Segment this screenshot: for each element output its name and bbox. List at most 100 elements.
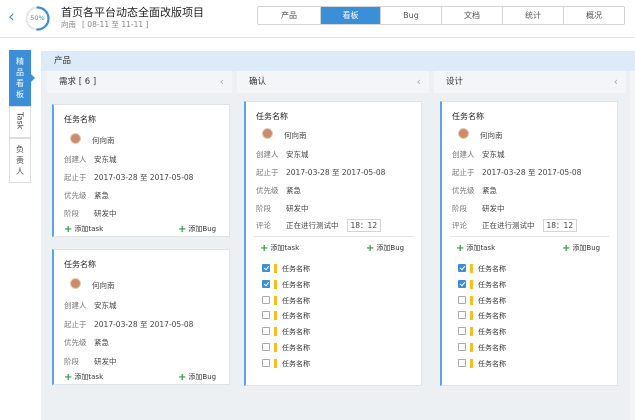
- tab-bug[interactable]: Bug: [380, 7, 441, 24]
- add-bug-button[interactable]: + 添加Bug: [178, 372, 216, 383]
- card-assignee: 何向南: [92, 136, 115, 145]
- subtask-item[interactable]: 任务名称: [262, 279, 310, 291]
- comment-time: 18：12: [542, 219, 578, 232]
- sidenav-task[interactable]: Task: [9, 106, 31, 139]
- plus-icon: +: [178, 372, 187, 383]
- checkbox-unchecked[interactable]: [262, 343, 270, 351]
- checkbox-unchecked[interactable]: [262, 327, 270, 336]
- subtask-name: 任务名称: [282, 312, 310, 321]
- next-column-edge: [630, 71, 635, 420]
- back-arrow-icon[interactable]: ‹: [8, 8, 15, 26]
- priority-marker: [470, 295, 473, 305]
- subtask-item[interactable]: 任务名称: [458, 279, 506, 291]
- card-stage: 研发中: [94, 209, 117, 218]
- checkbox-unchecked[interactable]: [458, 358, 466, 367]
- subtask-item[interactable]: 任务名称: [262, 358, 310, 370]
- add-task-button[interactable]: + 添加task: [456, 243, 495, 254]
- task-card[interactable]: 任务名称 何向南 创建人 安东城 起止于 2017-03-28 至 2017-05-…: [52, 104, 230, 237]
- stage-label: 阶段: [256, 204, 271, 213]
- checkbox-unchecked[interactable]: [262, 295, 270, 304]
- add-bug-button[interactable]: + 添加Bug: [562, 243, 600, 254]
- tab-stats[interactable]: 统计: [502, 7, 563, 24]
- priority-marker: [470, 327, 473, 337]
- card-period: 2017-03-28 至 2017-05-08: [482, 168, 582, 177]
- tab-overview[interactable]: 概况: [563, 7, 624, 24]
- collapse-chevron-icon[interactable]: ‹: [614, 71, 618, 93]
- subtask-name: 任务名称: [282, 328, 310, 337]
- period-label: 起止于: [64, 173, 87, 182]
- sidenav-owner[interactable]: 负责人: [9, 138, 31, 184]
- task-card[interactable]: 任务名称 何向南 创建人 安东城 起止于 2017-03-28 至 2017-05-…: [52, 249, 230, 385]
- subtask-name: 任务名称: [478, 312, 506, 321]
- subtask-item[interactable]: 任务名称: [262, 327, 310, 338]
- creator-label: 创建人: [452, 150, 475, 159]
- project-title: 首页各平台动态全面改版项目: [61, 6, 204, 19]
- stage-label: 阶段: [452, 204, 467, 213]
- add-bug-button[interactable]: + 添加Bug: [178, 224, 216, 235]
- task-card[interactable]: 任务名称 何向南 创建人 安东城 起止于 2017-03-28 至 2017-05-…: [440, 101, 618, 386]
- card-stage: 研发中: [94, 357, 117, 366]
- card-stage: 研发中: [286, 204, 309, 213]
- checkbox-unchecked[interactable]: [458, 295, 466, 304]
- collapse-chevron-icon[interactable]: ‹: [220, 71, 224, 93]
- tab-board[interactable]: 看板: [320, 7, 380, 24]
- checkbox-checked[interactable]: [458, 279, 466, 288]
- checkbox-checked[interactable]: [262, 279, 270, 288]
- project-header: ‹ 50% 首页各平台动态全面改版项目 向南[ 08-11 至 11-11 ] …: [0, 0, 635, 38]
- column-header: 设计 ‹: [434, 71, 626, 93]
- column-title: 需求 [ 6 ]: [59, 77, 97, 87]
- board-title: 产品: [41, 51, 635, 71]
- card-priority: 紧急: [94, 191, 109, 200]
- subtask-item[interactable]: 任务名称: [458, 358, 506, 370]
- card-priority: 紧急: [94, 338, 109, 347]
- column-header: 确认 ‹: [237, 71, 429, 93]
- checkbox-unchecked[interactable]: [262, 311, 270, 320]
- add-bug-button[interactable]: + 添加Bug: [366, 243, 404, 254]
- comment-time: 18：12: [346, 219, 382, 232]
- priority-marker: [274, 358, 277, 368]
- board-side-nav: 精品看板 Task 负责人: [9, 50, 35, 184]
- plus-icon: +: [456, 243, 465, 254]
- subtask-item[interactable]: 任务名称: [458, 295, 506, 307]
- plus-icon: +: [366, 243, 375, 254]
- subtask-item[interactable]: 任务名称: [458, 327, 506, 338]
- subtask-item[interactable]: 任务名称: [262, 343, 310, 354]
- project-owner: 向南: [61, 20, 76, 29]
- checkbox-unchecked[interactable]: [262, 358, 270, 367]
- card-divider: [254, 236, 413, 237]
- subtask-name: 任务名称: [282, 296, 310, 305]
- checkbox-checked[interactable]: [458, 264, 466, 272]
- subtask-item[interactable]: 任务名称: [458, 264, 506, 275]
- tab-product[interactable]: 产品: [258, 7, 320, 24]
- subtask-name: 任务名称: [478, 265, 506, 273]
- subtask-item[interactable]: 任务名称: [262, 264, 310, 275]
- avatar: [70, 133, 81, 144]
- card-creator: 安东城: [482, 150, 505, 159]
- subtask-item[interactable]: 任务名称: [262, 311, 310, 322]
- subtask-item[interactable]: 任务名称: [458, 311, 506, 322]
- card-creator: 安东城: [286, 150, 309, 159]
- stage-label: 阶段: [64, 209, 79, 218]
- add-task-button[interactable]: + 添加task: [64, 372, 103, 383]
- priority-marker: [470, 358, 473, 368]
- tab-docs[interactable]: 文档: [441, 7, 502, 24]
- checkbox-unchecked[interactable]: [458, 311, 466, 320]
- plus-icon: +: [64, 224, 73, 235]
- subtask-item[interactable]: 任务名称: [458, 343, 506, 354]
- sidenav-featured-board[interactable]: 精品看板: [9, 50, 35, 106]
- checkbox-checked[interactable]: [262, 264, 270, 272]
- checkbox-unchecked[interactable]: [458, 327, 466, 336]
- task-card[interactable]: 任务名称 何向南 创建人 安东城 起止于 2017-03-28 至 2017-05-…: [244, 101, 422, 386]
- project-date-range: [ 08-11 至 11-11 ]: [82, 20, 149, 29]
- subtask-item[interactable]: 任务名称: [262, 295, 310, 307]
- priority-marker: [470, 311, 473, 321]
- plus-icon: +: [562, 243, 571, 254]
- card-period: 2017-03-28 至 2017-05-08: [286, 168, 386, 177]
- plus-icon: +: [178, 224, 187, 235]
- checkbox-unchecked[interactable]: [458, 343, 466, 351]
- collapse-chevron-icon[interactable]: ‹: [417, 71, 421, 93]
- card-priority: 紧急: [482, 186, 497, 195]
- add-task-button[interactable]: + 添加task: [260, 243, 299, 254]
- add-task-button[interactable]: + 添加task: [64, 224, 103, 235]
- creator-label: 创建人: [64, 155, 87, 164]
